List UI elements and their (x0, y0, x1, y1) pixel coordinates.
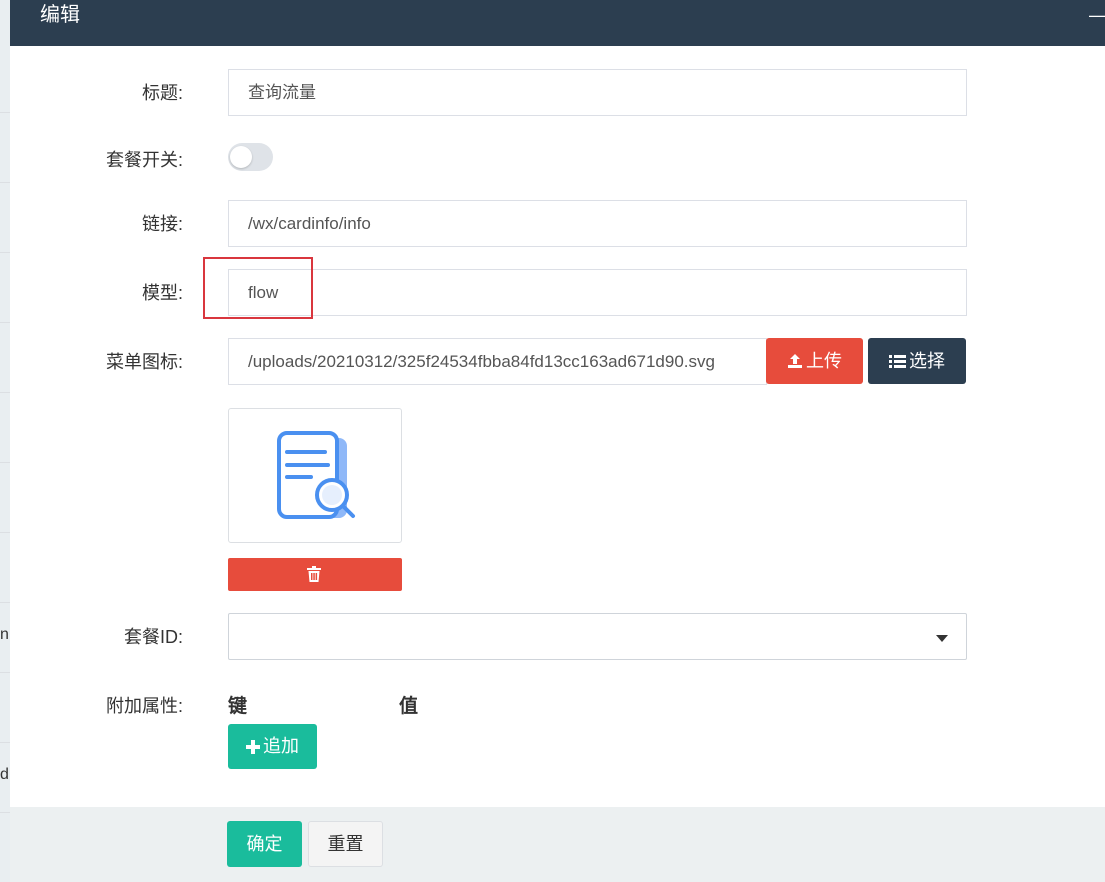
menu-icon-input[interactable]: /uploads/20210312/325f24534fbba84fd13cc1… (228, 338, 767, 385)
reset-button[interactable]: 重置 (308, 821, 383, 867)
minimize-icon[interactable]: — (1089, 2, 1105, 28)
dialog-footer: 确定 重置 (10, 807, 1105, 882)
title-input[interactable]: 查询流量 (228, 69, 967, 116)
package-switch-toggle[interactable] (228, 143, 273, 171)
toggle-knob (230, 146, 252, 168)
link-label: 链接: (141, 214, 183, 234)
package-id-label: 套餐ID: (123, 627, 183, 647)
upload-button[interactable]: 上传 (766, 338, 863, 384)
model-highlight-box (203, 257, 313, 319)
list-icon (889, 355, 906, 368)
value-column-header: 值 (399, 696, 419, 717)
delete-button[interactable] (228, 558, 402, 591)
add-attribute-button[interactable]: 追加 (228, 724, 317, 769)
add-button-label: 追加 (263, 736, 299, 756)
select-button-label: 选择 (909, 351, 945, 371)
key-column-header: 键 (228, 696, 248, 717)
upload-button-label: 上传 (806, 351, 842, 371)
extra-attributes-label: 附加属性: (105, 696, 183, 716)
edit-dialog: 编辑 — 标题: 查询流量 套餐开关: 链接: /wx/cardinfo/inf… (10, 0, 1105, 882)
menu-icon-label: 菜单图标: (105, 352, 183, 372)
plus-icon (246, 740, 260, 754)
package-switch-label: 套餐开关: (105, 150, 183, 170)
caret-down-icon (936, 635, 948, 642)
package-id-select[interactable] (228, 613, 967, 660)
icon-preview (228, 408, 402, 543)
select-button[interactable]: 选择 (868, 338, 966, 384)
document-search-icon (277, 431, 355, 519)
background-text-fragment: d (0, 766, 9, 783)
confirm-button[interactable]: 确定 (227, 821, 302, 867)
background-page (0, 0, 10, 882)
model-label: 模型: (141, 283, 183, 303)
title-label: 标题: (141, 83, 183, 103)
upload-icon (788, 354, 802, 368)
trash-icon (307, 566, 321, 582)
dialog-title: 编辑 (40, 4, 80, 26)
model-input[interactable]: flow (228, 269, 967, 316)
link-input[interactable]: /wx/cardinfo/info (228, 200, 967, 247)
dialog-titlebar: 编辑 — (10, 0, 1105, 46)
